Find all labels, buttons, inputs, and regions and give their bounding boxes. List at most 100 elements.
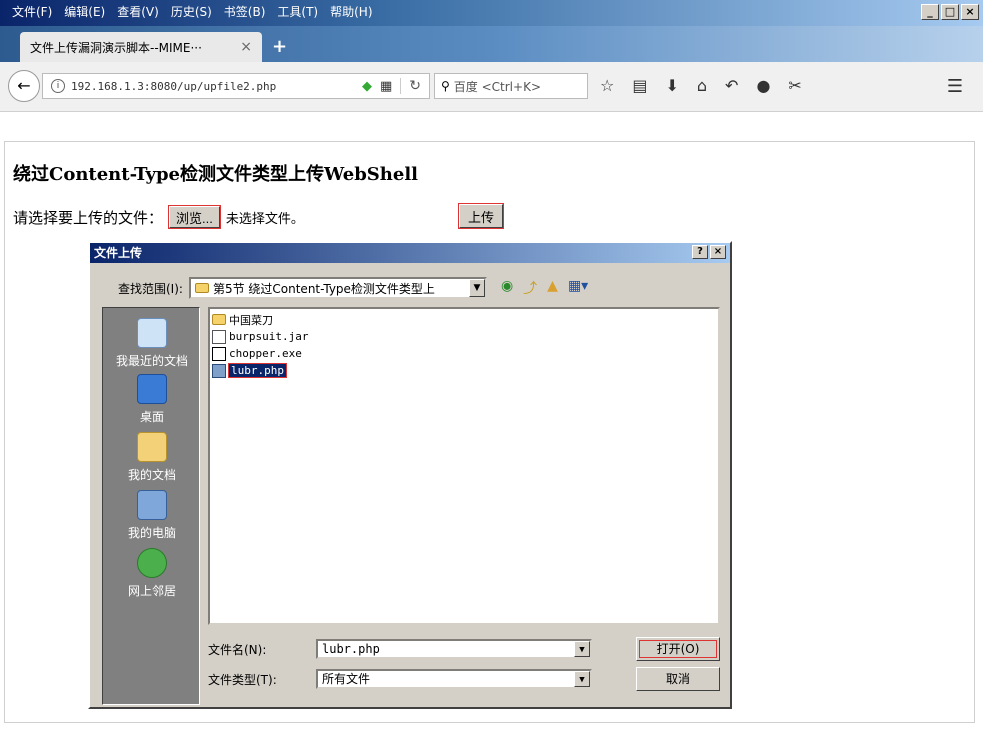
shield-icon[interactable]: ◆ xyxy=(362,79,372,94)
search-bar[interactable]: ⚲ 百度 <Ctrl+K> xyxy=(434,73,588,99)
menu-help[interactable]: 帮助(H) xyxy=(324,2,378,22)
filetype-label: 文件类型(T): xyxy=(208,672,277,687)
toolbar-icons: ☆ ▤ ⬇ ⌂ ↶ ● ✂ xyxy=(600,76,802,95)
file-name: chopper.exe xyxy=(229,347,302,360)
filetype-row: 文件类型(T): 所有文件 ▼ xyxy=(208,669,592,689)
list-item[interactable]: chopper.exe xyxy=(212,345,716,362)
search-icon: ⚲ xyxy=(441,79,450,93)
cancel-button[interactable]: 取消 xyxy=(636,667,720,691)
close-window-button[interactable]: × xyxy=(961,4,979,20)
desktop-icon xyxy=(137,374,167,404)
place-label: 我最近的文档 xyxy=(115,354,188,368)
url-bar[interactable]: i 192.168.1.3:8080/up/upfile2.php ◆ ▦ ↻ xyxy=(42,73,430,99)
file-upload-dialog: 文件上传 ? × 查找范围(I): 第5节 绕过Content-Type检测文件… xyxy=(88,241,732,709)
place-recent[interactable]: 我最近的文档 xyxy=(103,318,201,369)
place-label: 网上邻居 xyxy=(127,584,176,598)
open-button[interactable]: 打开(O) xyxy=(636,637,720,661)
list-item[interactable]: 中国菜刀 xyxy=(212,311,716,328)
maximize-button[interactable]: □ xyxy=(941,4,959,20)
upload-row: 请选择要上传的文件： 浏览... 未选择文件。 xyxy=(13,205,304,229)
chat-icon[interactable]: ● xyxy=(756,76,770,95)
info-icon[interactable]: i xyxy=(51,79,65,93)
look-in-label: 查找范围(I): xyxy=(118,281,183,296)
upload-submit-button[interactable]: 上传 xyxy=(457,203,505,229)
menu-view[interactable]: 查看(V) xyxy=(111,2,165,22)
page-heading: 绕过Content-Type检测文件类型上传WebShell xyxy=(13,164,418,185)
chevron-down-icon[interactable]: ▼ xyxy=(574,671,590,687)
bookmark-star-icon[interactable]: ☆ xyxy=(600,76,614,95)
reading-list-icon[interactable]: ▤ xyxy=(632,76,647,95)
place-desktop[interactable]: 桌面 xyxy=(103,374,201,425)
dialog-toolbar: ◉ ⤴ ▲ ▦▾ xyxy=(501,278,588,298)
undo-icon[interactable]: ↶ xyxy=(725,76,738,95)
dialog-close-button[interactable]: × xyxy=(710,245,726,259)
no-file-text: 未选择文件。 xyxy=(225,211,304,227)
filename-row: 文件名(N): lubr.php ▼ xyxy=(208,639,592,659)
my-computer-icon xyxy=(137,490,167,520)
tab-active[interactable]: 文件上传漏洞演示脚本--MIME··· × xyxy=(20,32,262,62)
menu-edit[interactable]: 编辑(E) xyxy=(58,2,111,22)
list-item[interactable]: burpsuit.jar xyxy=(212,328,716,345)
filename-input[interactable]: lubr.php ▼ xyxy=(316,639,592,659)
place-label: 我的电脑 xyxy=(127,526,176,540)
dialog-help-button[interactable]: ? xyxy=(692,245,708,259)
dialog-title-bar: 文件上传 ? × xyxy=(90,243,730,263)
folder-icon xyxy=(212,314,226,325)
list-item-selected[interactable]: lubr.php xyxy=(212,362,716,379)
filetype-value: 所有文件 xyxy=(322,672,371,686)
minimize-button[interactable]: _ xyxy=(921,4,939,20)
navigation-bar: ← i 192.168.1.3:8080/up/upfile2.php ◆ ▦ … xyxy=(0,62,983,112)
network-globe-icon xyxy=(137,548,167,578)
place-label: 我的文档 xyxy=(127,468,176,482)
hamburger-menu-icon[interactable]: ☰ xyxy=(947,76,963,97)
exe-file-icon xyxy=(212,346,226,361)
browse-button[interactable]: 浏览... xyxy=(168,205,221,229)
menu-tools[interactable]: 工具(T) xyxy=(271,2,324,22)
jar-file-icon xyxy=(212,329,226,344)
view-menu-icon[interactable]: ▦▾ xyxy=(568,278,588,298)
place-my-documents[interactable]: 我的文档 xyxy=(103,432,201,483)
new-folder-icon[interactable]: ▲ xyxy=(547,278,558,298)
upload-label: 请选择要上传的文件： xyxy=(13,208,164,227)
back-arrow-icon[interactable]: ◉ xyxy=(501,278,513,298)
window-controls: _ □ × xyxy=(921,4,979,20)
search-placeholder: 百度 <Ctrl+K> xyxy=(453,79,541,94)
menu-file[interactable]: 文件(F) xyxy=(6,2,58,22)
recent-documents-icon xyxy=(137,318,167,348)
filename-value: lubr.php xyxy=(322,642,380,656)
look-in-value: 第5节 绕过Content-Type检测文件类型上 xyxy=(212,281,435,296)
look-in-dropdown[interactable]: 第5节 绕过Content-Type检测文件类型上 ▼ xyxy=(188,277,487,299)
menu-bookmarks[interactable]: 书签(B) xyxy=(218,2,272,22)
place-label: 桌面 xyxy=(139,410,164,424)
tab-close-icon[interactable]: × xyxy=(240,39,252,55)
tab-strip: 文件上传漏洞演示脚本--MIME··· × + xyxy=(0,26,983,62)
chevron-down-icon[interactable]: ▼ xyxy=(468,279,485,297)
new-tab-button[interactable]: + xyxy=(272,36,287,57)
place-network[interactable]: 网上邻居 xyxy=(103,548,201,599)
screenshot-icon[interactable]: ✂ xyxy=(788,76,801,95)
back-button[interactable]: ← xyxy=(8,70,40,102)
menu-bar: 文件(F) 编辑(E) 查看(V) 历史(S) 书签(B) 工具(T) 帮助(H… xyxy=(6,2,379,22)
filetype-select[interactable]: 所有文件 ▼ xyxy=(316,669,592,689)
folder-icon xyxy=(194,283,209,293)
filename-label: 文件名(N): xyxy=(208,642,267,657)
file-name: 中国菜刀 xyxy=(229,313,273,327)
chevron-down-icon[interactable]: ▼ xyxy=(574,641,590,657)
download-icon[interactable]: ⬇ xyxy=(665,76,678,95)
file-name: burpsuit.jar xyxy=(229,330,309,343)
tab-title: 文件上传漏洞演示脚本--MIME··· xyxy=(30,40,202,55)
file-name: lubr.php xyxy=(228,363,287,378)
php-file-icon xyxy=(212,363,226,378)
up-folder-icon[interactable]: ⤴ xyxy=(523,278,537,298)
look-in-row: 查找范围(I): 第5节 绕过Content-Type检测文件类型上 ▼ ◉ ⤴… xyxy=(118,277,588,299)
dialog-controls: ? × xyxy=(692,245,726,259)
qr-code-icon[interactable]: ▦ xyxy=(380,79,392,94)
url-text[interactable]: 192.168.1.3:8080/up/upfile2.php xyxy=(71,80,362,93)
reload-icon[interactable]: ↻ xyxy=(400,78,421,94)
my-documents-icon xyxy=(137,432,167,462)
places-bar: 我最近的文档 桌面 我的文档 我的电脑 网上邻居 xyxy=(102,307,200,705)
file-list[interactable]: 中国菜刀 burpsuit.jar chopper.exe lubr.php xyxy=(208,307,720,625)
home-icon[interactable]: ⌂ xyxy=(697,76,707,95)
place-my-computer[interactable]: 我的电脑 xyxy=(103,490,201,541)
menu-history[interactable]: 历史(S) xyxy=(165,2,218,22)
